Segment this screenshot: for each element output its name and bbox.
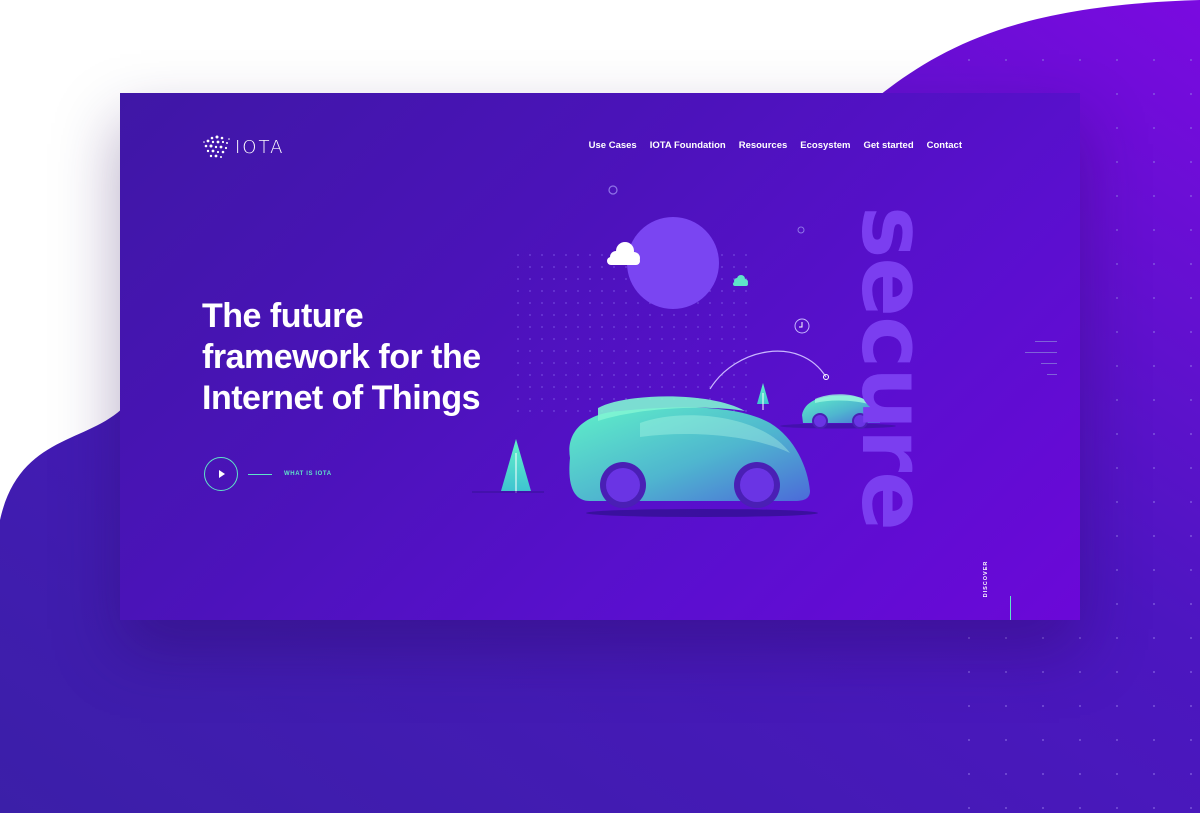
tree-icon [757,383,769,410]
headline-line-3: Internet of Things [202,379,481,417]
tree-icon [501,439,531,493]
small-ring [608,185,618,195]
cta-label: WHAT IS IOTA [284,471,332,477]
side-lines-decoration [1025,341,1057,381]
cta-divider [248,473,272,475]
nav-ecosystem[interactable]: Ecosystem [800,140,850,151]
discover-link[interactable]: DISCOVER [983,549,993,609]
nav-iota-foundation[interactable]: IOTA Foundation [650,140,726,151]
small-ring [797,226,805,234]
brand-logo[interactable]: IOTA [202,133,284,161]
clock-icon [794,318,810,334]
what-is-iota-cta[interactable]: WHAT IS IOTA [204,457,332,491]
headline-line-2: framework for the [202,338,481,376]
hero-window: IOTA Use Cases IOTA Foundation Resources… [120,93,1080,620]
secure-side-word: secure [842,206,945,530]
nav-get-started[interactable]: Get started [863,140,913,151]
cloud-icon [733,275,748,286]
nav-contact[interactable]: Contact [927,140,962,151]
iota-logo-icon [203,135,230,158]
play-button[interactable] [204,457,238,491]
sun-icon [627,217,719,309]
main-nav: Use Cases IOTA Foundation Resources Ecos… [589,140,962,151]
car-icon [569,396,818,517]
brand-name: IOTA [235,136,285,158]
play-icon [219,470,225,478]
discover-line [1010,596,1011,620]
nav-resources[interactable]: Resources [739,140,788,151]
orbit-arc [709,350,827,390]
headline-line-1: The future [202,297,364,335]
hero-headline: The future framework for the Internet of… [202,296,532,419]
nav-use-cases[interactable]: Use Cases [589,140,637,151]
